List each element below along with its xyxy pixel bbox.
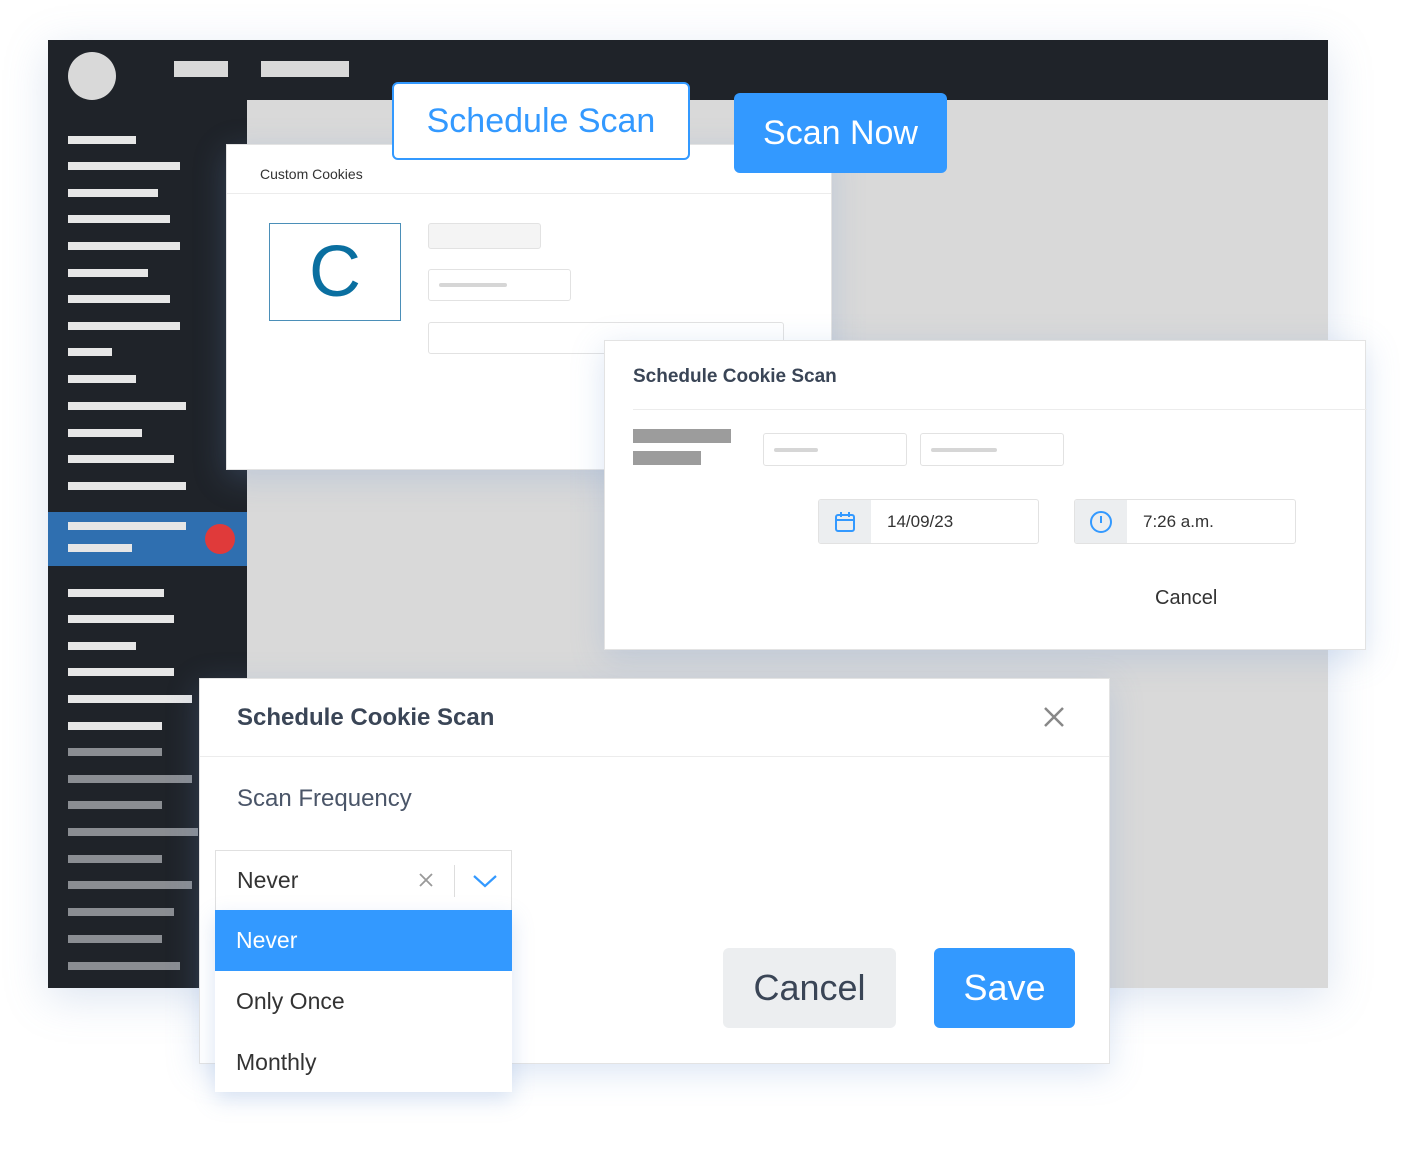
sidebar-item[interactable]: [68, 136, 136, 144]
sidebar-item[interactable]: [68, 189, 158, 197]
sidebar-item[interactable]: [68, 695, 192, 703]
sidebar-item[interactable]: [68, 855, 162, 863]
sidebar-item[interactable]: [68, 269, 148, 277]
save-button[interactable]: Save: [934, 948, 1075, 1028]
sidebar-item[interactable]: [68, 801, 162, 809]
option-monthly[interactable]: Monthly: [215, 1032, 512, 1093]
frequency-select[interactable]: Never: [215, 850, 512, 910]
sidebar-item[interactable]: [68, 402, 186, 410]
nav-item[interactable]: [174, 61, 228, 77]
sidebar-item[interactable]: [68, 322, 180, 330]
frequency-label: Scan Frequency: [237, 785, 412, 812]
sidebar-item[interactable]: [68, 962, 180, 970]
placeholder-input[interactable]: [920, 433, 1064, 466]
time-value: 7:26 a.m.: [1143, 512, 1214, 531]
sidebar-item-active[interactable]: [48, 512, 247, 566]
cancel-button[interactable]: Cancel: [723, 948, 896, 1028]
sidebar-item[interactable]: [68, 935, 162, 943]
option-never[interactable]: Never: [215, 910, 512, 971]
clock-icon[interactable]: [1075, 500, 1127, 543]
sidebar-item[interactable]: [68, 429, 142, 437]
calendar-icon[interactable]: [819, 500, 871, 543]
clear-icon[interactable]: [417, 871, 435, 894]
schedule-panel: Schedule Cookie Scan 14/09/23 7:26 a.m. …: [604, 340, 1367, 650]
avatar[interactable]: [68, 52, 116, 100]
cancel-link[interactable]: Cancel: [1155, 587, 1217, 610]
cookie-logo: C: [269, 223, 401, 321]
sidebar-item[interactable]: [68, 375, 136, 383]
sidebar-item[interactable]: [68, 482, 186, 490]
sidebar-item[interactable]: [68, 215, 170, 223]
placeholder-field: [428, 223, 541, 249]
sidebar-item[interactable]: [68, 455, 174, 463]
sidebar-item[interactable]: [68, 589, 164, 597]
placeholder-input[interactable]: [428, 269, 571, 301]
date-value: 14/09/23: [887, 512, 954, 531]
sidebar-item[interactable]: [68, 908, 174, 916]
chevron-down-icon[interactable]: [471, 869, 499, 896]
sidebar-item[interactable]: [68, 722, 162, 730]
sidebar-item[interactable]: [68, 242, 180, 250]
close-icon[interactable]: [1040, 703, 1068, 731]
sidebar-item[interactable]: [68, 642, 136, 650]
notification-badge: [205, 524, 235, 554]
sidebar-item[interactable]: [68, 828, 198, 836]
option-only-once[interactable]: Only Once: [215, 971, 512, 1032]
frequency-options: Never Only Once Monthly: [215, 910, 512, 1092]
scan-now-button[interactable]: Scan Now: [734, 93, 947, 173]
dialog-title: Schedule Cookie Scan: [237, 704, 495, 731]
date-input[interactable]: 14/09/23: [818, 499, 1039, 544]
panel-title: Schedule Cookie Scan: [633, 366, 837, 387]
sidebar-item[interactable]: [68, 615, 174, 623]
time-input[interactable]: 7:26 a.m.: [1074, 499, 1296, 544]
schedule-scan-button[interactable]: Schedule Scan: [392, 82, 690, 160]
panel-title: Custom Cookies: [260, 166, 363, 182]
sidebar-item[interactable]: [68, 775, 192, 783]
sidebar-item[interactable]: [68, 748, 162, 756]
sidebar-item[interactable]: [68, 162, 180, 170]
sidebar-item[interactable]: [68, 668, 174, 676]
sidebar-item[interactable]: [68, 295, 170, 303]
nav-item[interactable]: [261, 61, 349, 77]
placeholder-input[interactable]: [763, 433, 907, 466]
sidebar-item[interactable]: [68, 881, 192, 889]
select-value: Never: [237, 867, 299, 893]
sidebar-item[interactable]: [68, 348, 112, 356]
